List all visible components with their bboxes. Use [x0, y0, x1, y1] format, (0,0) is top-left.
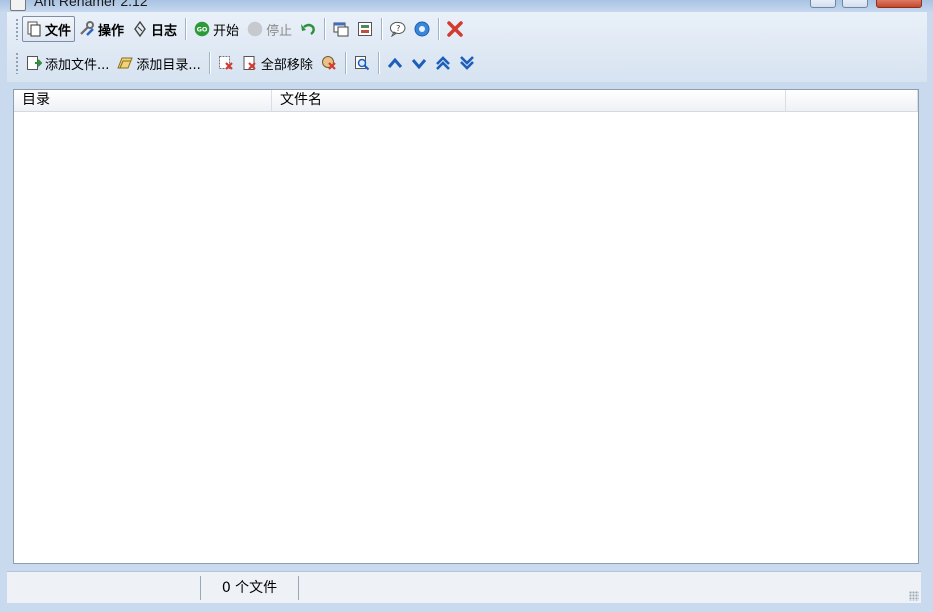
- remove-missing-icon: [321, 55, 337, 71]
- toolbar-separator: [377, 52, 379, 74]
- add-files-label: 添加文件...: [45, 57, 110, 73]
- svg-text:?: ?: [396, 24, 400, 33]
- stop-icon: [247, 21, 263, 37]
- window-options-button[interactable]: [329, 16, 353, 42]
- window-title: Ant Renamer 2.12: [34, 0, 148, 9]
- toolbar-grip[interactable]: [15, 52, 19, 74]
- exit-icon: [447, 21, 463, 37]
- add-file-icon: [26, 55, 42, 71]
- file-list[interactable]: 目录 文件名: [13, 89, 919, 564]
- maximize-button[interactable]: [842, 0, 868, 8]
- column-header-extra[interactable]: [786, 90, 918, 111]
- move-top-button[interactable]: [431, 50, 455, 76]
- remove-selected-icon: [218, 55, 234, 71]
- undo-icon: [300, 21, 316, 37]
- help-icon: ?: [390, 21, 406, 37]
- remove-missing-button[interactable]: [317, 50, 341, 76]
- files-toolbar: 添加文件... 添加目录... 全部移除: [13, 48, 479, 78]
- tools-icon: [79, 21, 95, 37]
- toolbar-area: 文件 操作 日志 GO 开始 停止 ? 添加文件... 添加目录... 全部移除: [7, 12, 927, 82]
- move-bottom-button[interactable]: [455, 50, 479, 76]
- column-header-directory[interactable]: 目录: [14, 90, 272, 111]
- stop-label: 停止: [266, 23, 293, 39]
- svg-text:GO: GO: [197, 26, 208, 34]
- remove-selected-button[interactable]: [214, 50, 238, 76]
- toolbar-separator: [438, 18, 440, 40]
- stop-button[interactable]: 停止: [243, 16, 296, 42]
- add-folder-label: 添加目录...: [136, 57, 201, 73]
- app-icon: [10, 0, 26, 11]
- file-list-header: 目录 文件名: [14, 90, 918, 112]
- status-pane-info: [7, 576, 201, 600]
- tab-log-label: 日志: [151, 23, 178, 39]
- files-icon: [26, 21, 42, 37]
- preset-icon: [357, 21, 373, 37]
- main-toolbar: 文件 操作 日志 GO 开始 停止 ?: [13, 14, 467, 44]
- double-chevron-down-icon: [459, 55, 475, 71]
- app-window: Ant Renamer 2.12 文件 操作 日志 GO 开始 停止 ? 添加文…: [0, 0, 933, 612]
- toolbar-separator: [381, 18, 383, 40]
- close-window-button[interactable]: [876, 0, 922, 8]
- chevron-down-icon: [411, 55, 427, 71]
- undo-button[interactable]: [296, 16, 320, 42]
- title-bar[interactable]: Ant Renamer 2.12: [0, 0, 933, 12]
- status-bar: 0 个文件: [7, 571, 921, 603]
- toolbar-separator: [344, 52, 346, 74]
- help-button[interactable]: ?: [386, 16, 410, 42]
- toolbar-separator: [208, 52, 210, 74]
- tab-files[interactable]: 文件: [22, 16, 76, 42]
- add-folder-icon: [117, 55, 134, 71]
- magnifier-icon: [354, 55, 370, 71]
- resize-grip[interactable]: [909, 591, 919, 601]
- tab-files-label: 文件: [45, 23, 72, 39]
- add-folder-button[interactable]: 添加目录...: [113, 50, 204, 76]
- start-label: 开始: [213, 23, 240, 39]
- minimize-button[interactable]: [810, 0, 836, 8]
- window-icon: [333, 21, 349, 37]
- tab-actions[interactable]: 操作: [75, 16, 128, 42]
- status-file-count: 0 个文件: [201, 576, 299, 600]
- toolbar-separator: [324, 18, 326, 40]
- column-header-filename[interactable]: 文件名: [272, 90, 786, 111]
- add-files-button[interactable]: 添加文件...: [22, 50, 113, 76]
- about-button[interactable]: [410, 16, 434, 42]
- presets-button[interactable]: [353, 16, 377, 42]
- preview-button[interactable]: [350, 50, 374, 76]
- toolbar-grip[interactable]: [15, 18, 19, 40]
- remove-all-label: 全部移除: [260, 57, 313, 73]
- move-down-button[interactable]: [407, 50, 431, 76]
- remove-all-icon: [242, 55, 258, 71]
- double-chevron-up-icon: [435, 55, 451, 71]
- tab-log[interactable]: 日志: [128, 16, 181, 42]
- tab-actions-label: 操作: [98, 23, 125, 39]
- info-icon: [414, 21, 430, 37]
- go-icon: GO: [194, 21, 210, 37]
- toolbar-separator: [185, 18, 187, 40]
- start-button[interactable]: GO 开始: [190, 16, 243, 42]
- exit-button[interactable]: [443, 16, 467, 42]
- log-icon: [132, 21, 148, 37]
- chevron-up-icon: [387, 55, 403, 71]
- remove-all-button[interactable]: 全部移除: [238, 50, 317, 76]
- move-up-button[interactable]: [383, 50, 407, 76]
